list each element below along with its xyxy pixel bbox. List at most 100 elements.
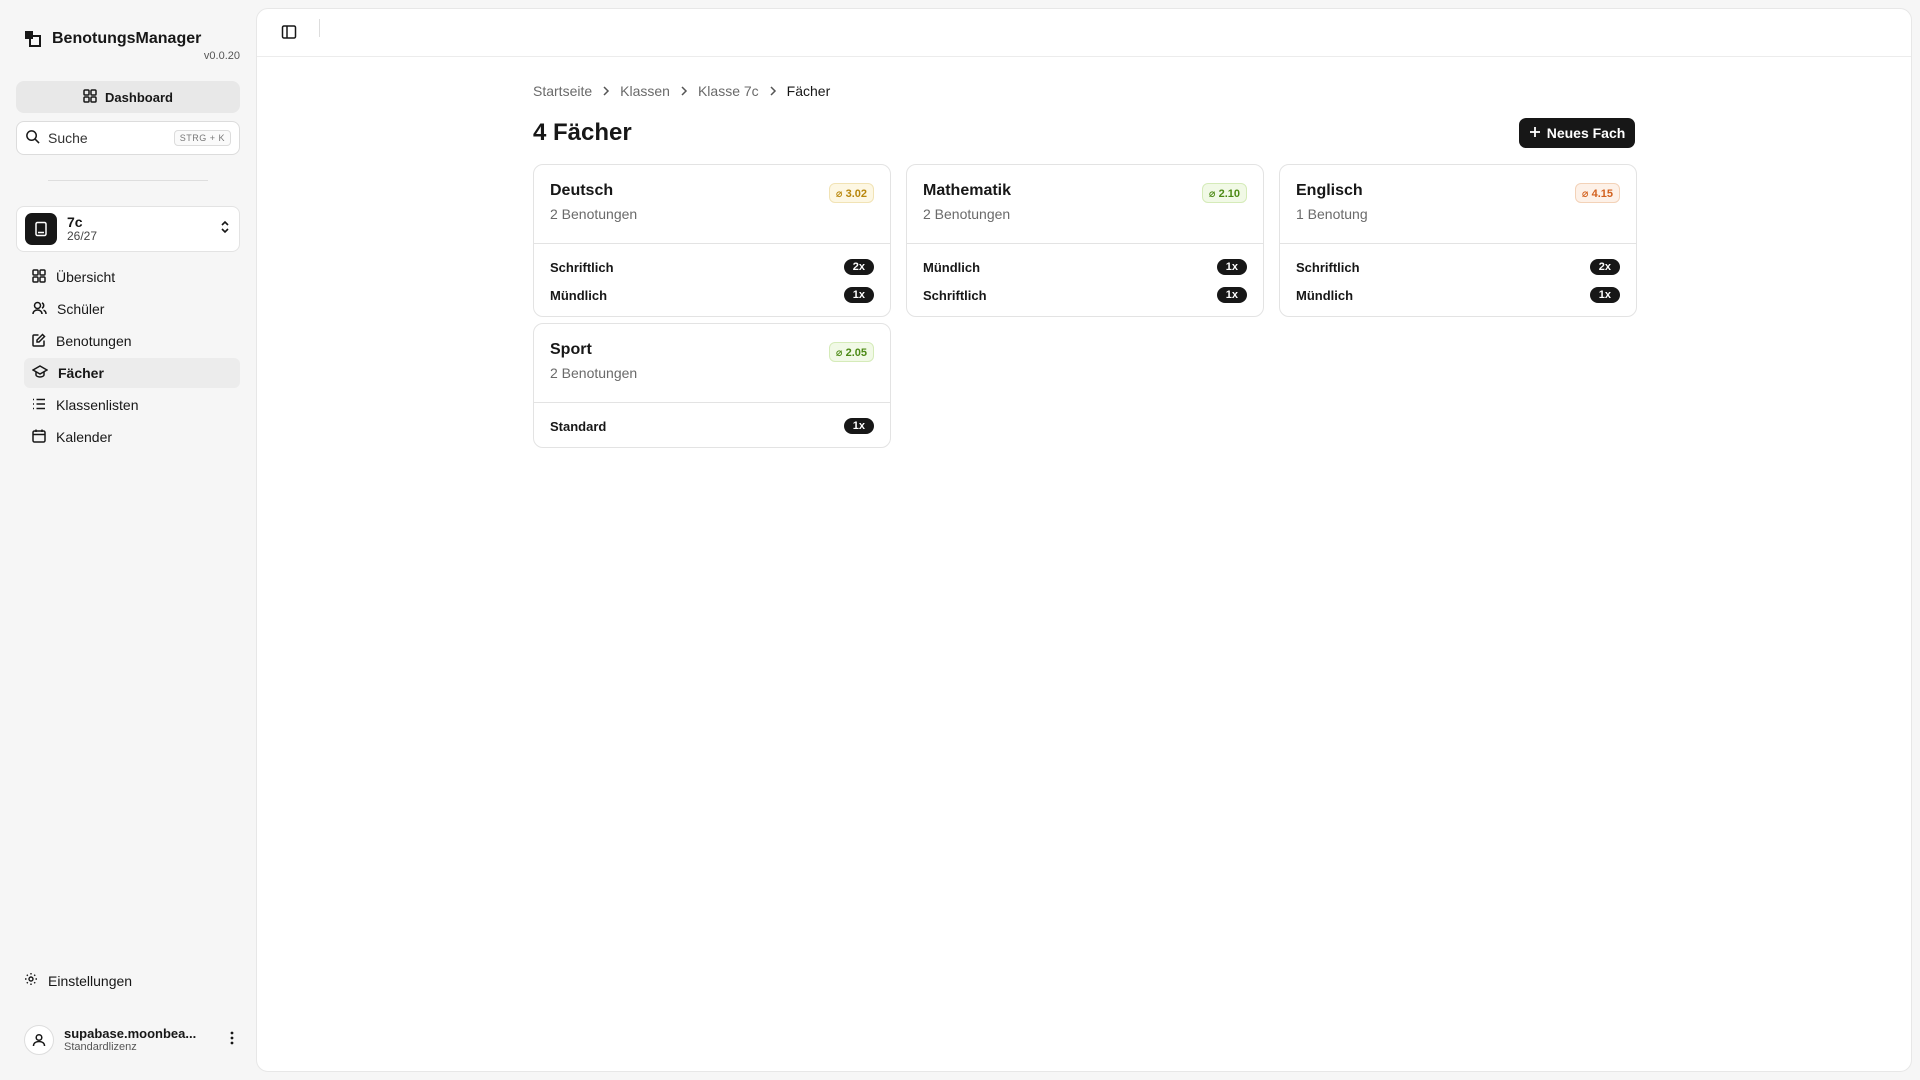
- sidebar-item-kalender[interactable]: Kalender: [24, 422, 240, 452]
- edit-icon: [32, 332, 46, 350]
- count-badge: 2x: [1589, 259, 1620, 275]
- user-menu[interactable]: supabase.moonbea... Standardlizenz: [24, 1022, 240, 1058]
- chevron-up-down-icon: [219, 219, 231, 240]
- list-item: Schriftlich 1x: [923, 281, 1247, 309]
- class-name: 7c: [67, 214, 83, 231]
- sidebar-item-schueler[interactable]: Schüler: [24, 294, 240, 324]
- list-item: Schriftlich 2x: [550, 253, 874, 281]
- sidebar-item-label: Klassenlisten: [56, 397, 139, 413]
- grade-type-label: Schriftlich: [923, 287, 987, 303]
- calendar-icon: [32, 429, 46, 446]
- new-subject-button[interactable]: Neues Fach: [1519, 118, 1635, 148]
- sidebar-item-klassenlisten[interactable]: Klassenlisten: [24, 390, 240, 420]
- breadcrumb-item-klassen[interactable]: Klassen: [620, 83, 670, 99]
- settings-label: Einstellungen: [48, 972, 133, 989]
- count-badge: 1x: [1589, 287, 1620, 303]
- subject-card-mathematik[interactable]: Mathematik 2 Benotungen ⌀ 2.10 Mündlich …: [906, 164, 1264, 317]
- gear-icon: [24, 972, 38, 989]
- subject-name: Deutsch: [550, 182, 614, 199]
- subject-name: Englisch: [1296, 182, 1363, 199]
- sidebar-divider: [48, 180, 208, 181]
- count-badge: 2x: [843, 259, 874, 275]
- sidebar-item-label: Übersicht: [56, 269, 116, 285]
- search-shortcut: STRG + K: [173, 130, 231, 146]
- card-header: Englisch 1 Benotung ⌀ 4.15: [1280, 165, 1636, 244]
- subject-card-deutsch[interactable]: Deutsch 2 Benotungen ⌀ 3.02 Schriftlich …: [533, 164, 891, 317]
- chevron-right-icon: [602, 83, 610, 99]
- plus-icon: [1529, 125, 1541, 141]
- chevron-right-icon: [680, 83, 688, 99]
- app-logo-icon: [24, 30, 42, 48]
- card-header: Sport 2 Benotungen ⌀ 2.05: [534, 324, 890, 403]
- page-title: 4 Fächer: [533, 119, 632, 146]
- graduation-cap-icon: [31, 364, 49, 382]
- class-year: 26/27: [67, 229, 98, 244]
- more-vertical-icon[interactable]: [230, 1031, 234, 1050]
- grade-count: 1 Benotung: [1296, 206, 1368, 222]
- count-badge: 1x: [1216, 287, 1247, 303]
- count-badge: 1x: [1216, 259, 1247, 275]
- main-panel: Startseite Klassen Klasse 7c Fächer 4 Fä…: [256, 8, 1912, 1072]
- chevron-right-icon: [769, 83, 777, 99]
- subject-name: Mathematik: [923, 182, 1012, 199]
- breadcrumb-item-startseite[interactable]: Startseite: [533, 83, 592, 99]
- average-badge: ⌀ 3.02: [828, 183, 874, 203]
- sidebar-toggle-icon[interactable]: [281, 24, 297, 45]
- brand[interactable]: BenotungsManager: [24, 30, 201, 48]
- user-avatar-icon: [24, 1025, 54, 1055]
- book-icon: [25, 213, 57, 245]
- subject-card-englisch[interactable]: Englisch 1 Benotung ⌀ 4.15 Schriftlich 2…: [1279, 164, 1637, 317]
- app-name: BenotungsManager: [52, 30, 202, 47]
- subject-name: Sport: [550, 341, 592, 358]
- list-item: Mündlich 1x: [1296, 281, 1620, 309]
- dashboard-label: Dashboard: [105, 89, 173, 105]
- dashboard-button[interactable]: Dashboard: [16, 81, 240, 113]
- list-item: Mündlich 1x: [923, 253, 1247, 281]
- sidebar: BenotungsManager v0.0.20 Dashboard Suche…: [0, 0, 256, 1080]
- breadcrumb-item-current: Fächer: [786, 83, 831, 99]
- search-label: Suche: [48, 130, 88, 146]
- list-icon: [32, 397, 46, 414]
- search-input[interactable]: Suche STRG + K: [16, 121, 240, 155]
- grade-type-label: Mündlich: [923, 259, 981, 275]
- grade-count: 2 Benotungen: [550, 365, 638, 381]
- grade-type-list: Mündlich 1x Schriftlich 1x: [907, 244, 1263, 316]
- card-header: Deutsch 2 Benotungen ⌀ 3.02: [534, 165, 890, 244]
- class-switcher[interactable]: 7c 26/27: [16, 206, 240, 252]
- grade-type-list: Standard 1x: [534, 403, 890, 447]
- sidebar-nav: Übersicht Schüler Benotungen Fächer Klas…: [24, 262, 240, 454]
- list-item: Schriftlich 2x: [1296, 253, 1620, 281]
- breadcrumb: Startseite Klassen Klasse 7c Fächer: [533, 83, 830, 99]
- average-badge: ⌀ 4.15: [1574, 183, 1620, 203]
- grade-type-list: Schriftlich 2x Mündlich 1x: [534, 244, 890, 316]
- grade-type-label: Mündlich: [550, 287, 608, 303]
- breadcrumb-item-klasse[interactable]: Klasse 7c: [698, 83, 759, 99]
- users-icon: [32, 301, 47, 318]
- topbar: [257, 9, 1911, 57]
- grade-count: 2 Benotungen: [550, 206, 638, 222]
- average-badge: ⌀ 2.10: [1201, 183, 1247, 203]
- list-item: Standard 1x: [550, 412, 874, 440]
- count-badge: 1x: [843, 287, 874, 303]
- card-header: Mathematik 2 Benotungen ⌀ 2.10: [907, 165, 1263, 244]
- new-subject-label: Neues Fach: [1546, 125, 1626, 141]
- sidebar-item-faecher[interactable]: Fächer: [24, 358, 240, 388]
- grade-type-list: Schriftlich 2x Mündlich 1x: [1280, 244, 1636, 316]
- sidebar-item-label: Kalender: [56, 429, 113, 445]
- user-license: Standardlizenz: [64, 1041, 137, 1054]
- app-version: v0.0.20: [203, 50, 240, 62]
- subject-card-sport[interactable]: Sport 2 Benotungen ⌀ 2.05 Standard 1x: [533, 323, 891, 448]
- grade-type-label: Schriftlich: [550, 259, 614, 275]
- count-badge: 1x: [843, 418, 874, 434]
- grade-count: 2 Benotungen: [923, 206, 1011, 222]
- user-name: supabase.moonbea...: [64, 1025, 197, 1041]
- search-icon: [25, 129, 40, 147]
- sidebar-item-label: Schüler: [57, 301, 105, 317]
- list-item: Mündlich 1x: [550, 281, 874, 309]
- sidebar-item-uebersicht[interactable]: Übersicht: [24, 262, 240, 292]
- grade-type-label: Standard: [550, 418, 607, 434]
- settings-link[interactable]: Einstellungen: [24, 972, 132, 989]
- grade-type-label: Mündlich: [1296, 287, 1354, 303]
- sidebar-item-benotungen[interactable]: Benotungen: [24, 326, 240, 356]
- sidebar-item-label: Benotungen: [56, 333, 132, 349]
